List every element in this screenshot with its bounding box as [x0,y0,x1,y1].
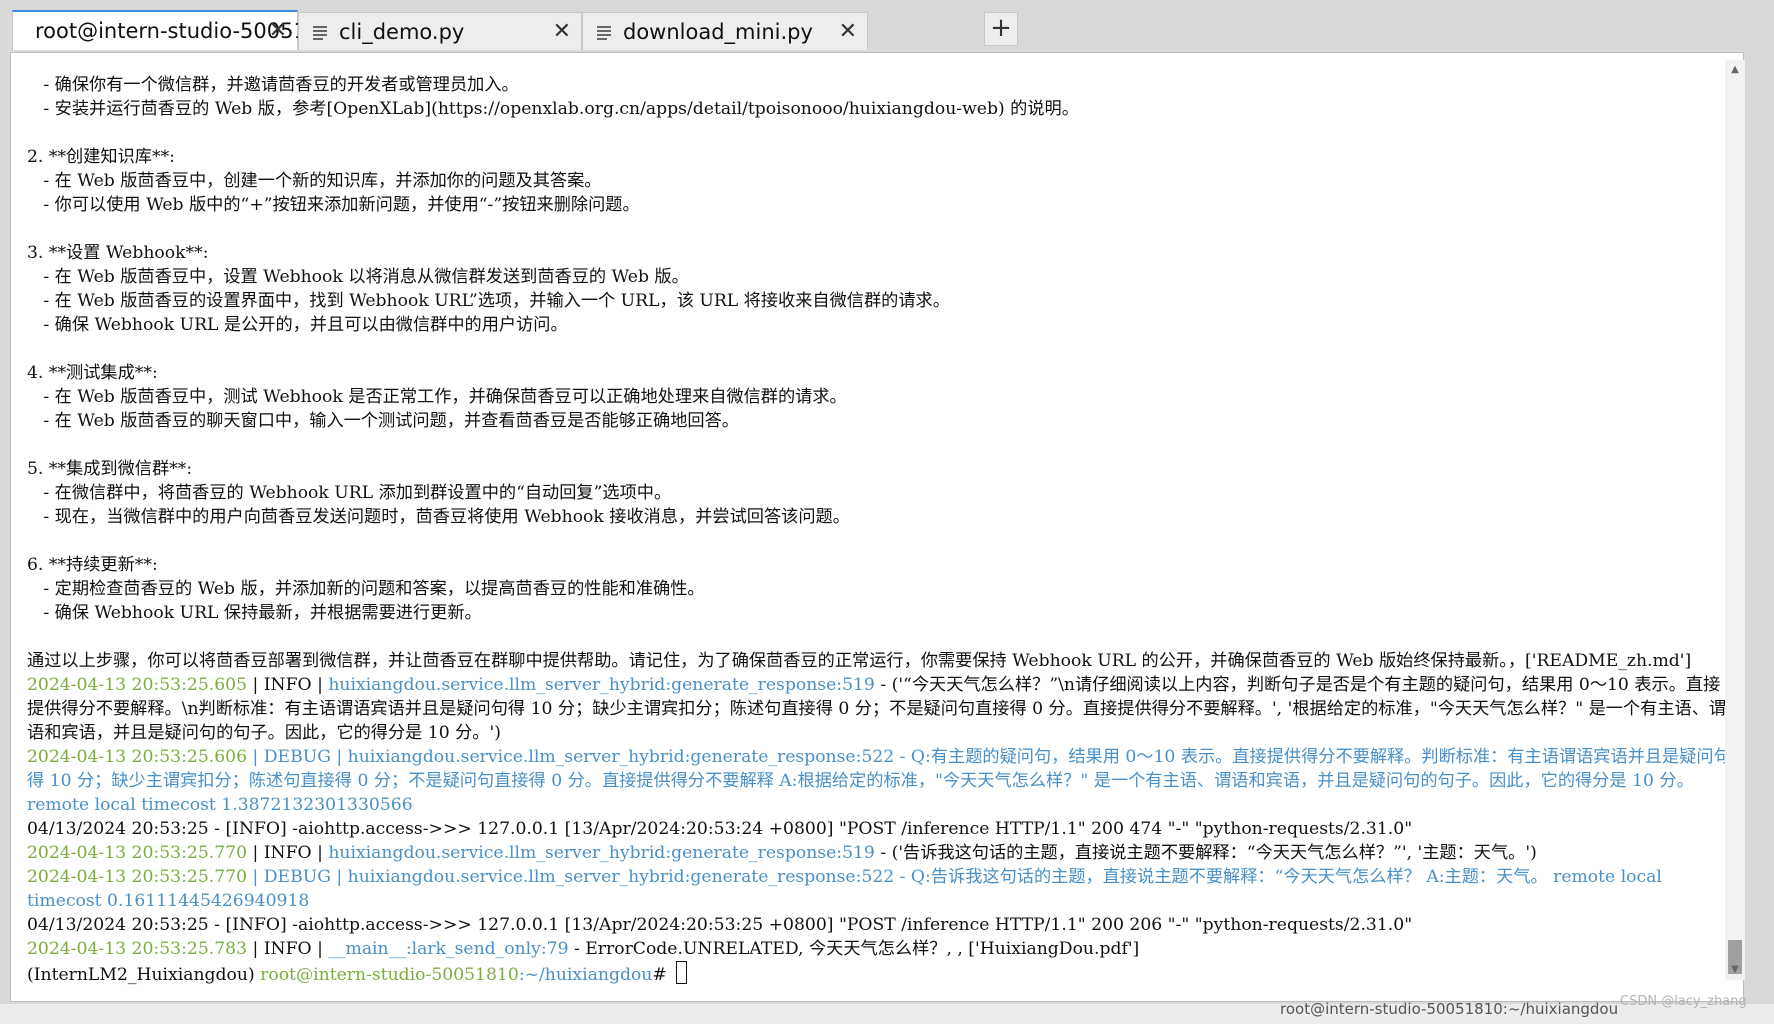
terminal-line: 6. **持续更新**: [27,555,158,575]
log-level: INFO [263,843,312,863]
terminal-line: 4. **测试集成**: [27,363,158,383]
log-source: huixiangdou.service.llm_server_hybrid:ge… [347,747,895,767]
log-timestamp: 2024-04-13 20:53:25.605 [27,675,248,695]
prompt-path: :~/huixiangdou [518,965,653,985]
prompt-env: (InternLM2_Huixiangdou) [27,965,261,985]
log-level: DEBUG [263,867,331,887]
tab-cli-demo-label: cli_demo.py [339,19,465,44]
log-level: INFO [263,939,312,959]
terminal-line: 2. **创建知识库**: [27,147,175,167]
log-timestamp: 2024-04-13 20:53:25.770 [27,843,248,863]
text-cursor [676,961,688,984]
log-timestamp: 2024-04-13 20:53:25.783 [27,939,248,959]
new-tab-button[interactable]: + [984,12,1018,46]
watermark: CSDN @lacy_zhang [1620,994,1747,1009]
log-timestamp: 2024-04-13 20:53:25.770 [27,867,248,887]
close-icon[interactable]: ✕ [839,19,857,44]
terminal-panel[interactable]: - 确保你有一个微信群，并邀请茴香豆的开发者或管理员加入。 - 安装并运行茴香豆… [10,52,1744,1002]
log-entry: 2024-04-13 20:53:25.770 | INFO | huixian… [27,843,1537,863]
scroll-up-icon[interactable]: ▲ [1725,60,1745,80]
terminal-line: - 确保 Webhook URL 是公开的，并且可以由微信群中的用户访问。 [27,315,568,335]
access-log-line: 04/13/2024 20:53:25 - [INFO] -aiohttp.ac… [27,915,1413,935]
log-level: INFO [263,675,312,695]
terminal-line: - 现在，当微信群中的用户向茴香豆发送问题时，茴香豆将使用 Webhook 接收… [27,507,850,527]
log-message: - ErrorCode.UNRELATED, 今天天气怎么样？, , ['Hui… [568,939,1140,959]
log-level: DEBUG [263,747,331,767]
log-source: huixiangdou.service.llm_server_hybrid:ge… [328,843,875,863]
terminal-line: - 确保 Webhook URL 保持最新，并根据需要进行更新。 [27,603,482,623]
log-entry: 2024-04-13 20:53:25.605 | INFO | huixian… [27,675,1727,743]
log-message: - ('告诉我这句话的主题，直接说主题不要解释：“今天天气怎么样？”', '主题… [874,843,1537,863]
vertical-scrollbar[interactable]: ▲ ▼ [1725,60,1745,980]
log-source: __main__:lark_send_only:79 [328,939,569,959]
terminal-line: - 确保你有一个微信群，并邀请茴香豆的开发者或管理员加入。 [27,75,519,95]
log-entry: 2024-04-13 20:53:25.770 | DEBUG | huixia… [27,867,1662,911]
tab-terminal-label: root@intern-studio-50051 [35,19,307,43]
shell-prompt[interactable]: (InternLM2_Huixiangdou) root@intern-stud… [27,961,1737,987]
log-entry: 2024-04-13 20:53:25.783 | INFO | __main_… [27,939,1140,959]
prompt-sign: # [652,965,673,985]
terminal-line: - 在微信群中，将茴香豆的 Webhook URL 添加到群设置中的“自动回复”… [27,483,672,503]
terminal-line: - 你可以使用 Web 版中的“+”按钮来添加新问题，并使用“-”按钮来删除问题… [27,195,640,215]
status-text: root@intern-studio-50051810:~/huixiangdo… [1280,1000,1619,1018]
file-icon [313,25,327,40]
terminal-line: - 在 Web 版茴香豆中，测试 Webhook 是否正常工作，并确保茴香豆可以… [27,387,847,407]
tab-download-mini-label: download_mini.py [623,19,813,44]
terminal-line: 通过以上步骤，你可以将茴香豆部署到微信群，并让茴香豆在群聊中提供帮助。请记住，为… [27,651,1692,671]
log-source: huixiangdou.service.llm_server_hybrid:ge… [328,675,875,695]
terminal-line: 3. **设置 Webhook**: [27,243,209,263]
terminal-line: - 在 Web 版茴香豆中，创建一个新的知识库，并添加你的问题及其答案。 [27,171,602,191]
tab-terminal[interactable]: $_ root@intern-studio-50051 ✕ [12,10,307,50]
terminal-output: - 确保你有一个微信群，并邀请茴香豆的开发者或管理员加入。 - 安装并运行茴香豆… [27,73,1737,987]
access-log-line: 04/13/2024 20:53:25 - [INFO] -aiohttp.ac… [27,819,1413,839]
tab-cli-demo[interactable]: cli_demo.py ✕ [298,12,582,50]
log-source: huixiangdou.service.llm_server_hybrid:ge… [347,867,895,887]
terminal-line: 5. **集成到微信群**: [27,459,193,479]
tab-download-mini[interactable]: download_mini.py ✕ [582,12,868,50]
tab-bar: $_ root@intern-studio-50051 ✕ cli_demo.p… [0,0,1774,50]
terminal-line: - 在 Web 版茴香豆的设置界面中，找到 Webhook URL”选项，并输入… [27,291,950,311]
log-entry: 2024-04-13 20:53:25.606 | DEBUG | huixia… [27,747,1731,815]
terminal-line: - 在 Web 版茴香豆的聊天窗口中，输入一个测试问题，并查看茴香豆是否能够正确… [27,411,739,431]
close-icon[interactable]: ✕ [269,18,287,43]
terminal-line: - 安装并运行茴香豆的 Web 版，参考[OpenXLab](https://o… [27,99,1079,119]
terminal-line: - 定期检查茴香豆的 Web 版，并添加新的问题和答案，以提高茴香豆的性能和准确… [27,579,705,599]
terminal-line: - 在 Web 版茴香豆中，设置 Webhook 以将消息从微信群发送到茴香豆的… [27,267,689,287]
log-timestamp: 2024-04-13 20:53:25.606 [27,747,248,767]
file-icon [597,25,611,40]
scroll-down-icon[interactable]: ▼ [1725,960,1745,980]
close-icon[interactable]: ✕ [553,19,571,44]
prompt-host: root@intern-studio-50051810 [260,965,519,985]
